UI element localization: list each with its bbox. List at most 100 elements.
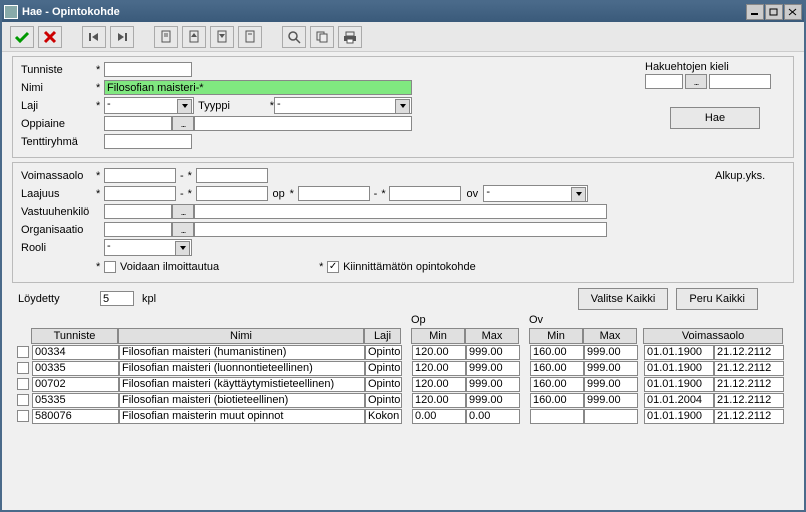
cell-opmin: 120.00 bbox=[412, 393, 466, 408]
cell-opmin: 120.00 bbox=[412, 361, 466, 376]
cell-opmax: 999.00 bbox=[466, 393, 520, 408]
doc-button-3[interactable] bbox=[210, 26, 234, 48]
table-row[interactable]: 00702Filosofian maisteri (käyttäytymisti… bbox=[16, 376, 790, 392]
nimi-input[interactable] bbox=[104, 80, 412, 95]
row-checkbox[interactable] bbox=[17, 410, 29, 422]
close-button[interactable] bbox=[784, 4, 802, 20]
cell-opmin: 120.00 bbox=[412, 345, 466, 360]
table-row[interactable]: 05335Filosofian maisteri (biotieteelline… bbox=[16, 392, 790, 408]
vastuu-label: Vastuuhenkilö bbox=[21, 206, 96, 218]
table-row[interactable]: 00335Filosofian maisteri (luonnontieteel… bbox=[16, 360, 790, 376]
cell-vfrom: 01.01.1900 bbox=[644, 377, 714, 392]
row-checkbox[interactable] bbox=[17, 346, 29, 358]
cell-tunniste: 00702 bbox=[32, 377, 119, 392]
vastuu-name-input[interactable] bbox=[194, 204, 607, 219]
doc-button-2[interactable] bbox=[182, 26, 206, 48]
tenttiryhma-input[interactable] bbox=[104, 134, 192, 149]
reject-button[interactable] bbox=[38, 26, 62, 48]
loydetty-label: Löydetty bbox=[18, 293, 100, 305]
cell-ovmin: 160.00 bbox=[530, 393, 584, 408]
row-checkbox[interactable] bbox=[17, 378, 29, 390]
app-icon bbox=[4, 5, 18, 19]
cell-ovmax: 999.00 bbox=[584, 393, 638, 408]
nimi-label: Nimi bbox=[21, 82, 96, 94]
rooli-select[interactable]: - bbox=[104, 239, 192, 256]
maximize-button[interactable] bbox=[765, 4, 783, 20]
alkup-label: Alkup.yks. bbox=[715, 170, 785, 182]
tenttiryhma-label: Tenttiryhmä bbox=[21, 136, 96, 148]
laajuus-to-input[interactable] bbox=[196, 186, 268, 201]
cell-vto: 21.12.2112 bbox=[714, 393, 784, 408]
nav-last-button[interactable] bbox=[110, 26, 134, 48]
cell-ovmax: 999.00 bbox=[584, 361, 638, 376]
oppiaine-code-input[interactable] bbox=[104, 116, 172, 131]
tyyppi-label: Tyyppi bbox=[194, 100, 234, 112]
toolbar bbox=[2, 22, 804, 52]
search-fieldset-1: Hakuehtojen kieli ... Hae Tunniste * Nim… bbox=[12, 56, 794, 158]
row-checkbox[interactable] bbox=[17, 362, 29, 374]
cell-tunniste: 05335 bbox=[32, 393, 119, 408]
voim-from-input[interactable] bbox=[104, 168, 176, 183]
cell-opmax: 999.00 bbox=[466, 377, 520, 392]
app-window: Hae - Opintokohde Hakuehtojen kieli bbox=[0, 0, 806, 512]
lang-name-input[interactable] bbox=[709, 74, 771, 89]
select-all-button[interactable]: Valitse Kaikki bbox=[578, 288, 669, 310]
cell-laji: Opinto bbox=[365, 377, 402, 392]
cell-opmax: 999.00 bbox=[466, 345, 520, 360]
row-checkbox[interactable] bbox=[17, 394, 29, 406]
results-grid: Op Ov Tunniste Nimi Laji Min Max Min Max… bbox=[12, 314, 794, 424]
op-to-input[interactable] bbox=[389, 186, 461, 201]
col-ov-max: Max bbox=[583, 328, 637, 344]
nav-first-button[interactable] bbox=[82, 26, 106, 48]
doc-button-4[interactable] bbox=[238, 26, 262, 48]
tunniste-label: Tunniste bbox=[21, 64, 96, 76]
copy-button[interactable] bbox=[310, 26, 334, 48]
print-button[interactable] bbox=[338, 26, 362, 48]
col-laji: Laji bbox=[364, 328, 401, 344]
org-code-input[interactable] bbox=[104, 222, 172, 237]
cell-tunniste: 00335 bbox=[32, 361, 119, 376]
oppiaine-lookup-button[interactable]: ... bbox=[172, 116, 194, 131]
hakuehto-group: Hakuehtojen kieli ... Hae bbox=[645, 61, 785, 129]
voidaan-checkbox[interactable] bbox=[104, 261, 116, 273]
cell-nimi: Filosofian maisteri (biotieteellinen) bbox=[119, 393, 365, 408]
vastuu-lookup-button[interactable]: ... bbox=[172, 204, 194, 219]
hakuehto-label: Hakuehtojen kieli bbox=[645, 61, 785, 73]
tyyppi-select[interactable]: - bbox=[274, 97, 412, 114]
laajuus-label: Laajuus bbox=[21, 188, 96, 200]
minimize-button[interactable] bbox=[746, 4, 764, 20]
hae-button[interactable]: Hae bbox=[670, 107, 760, 129]
loydetty-value bbox=[100, 291, 134, 306]
col-op-min: Min bbox=[411, 328, 465, 344]
laji-select[interactable]: - bbox=[104, 97, 194, 114]
rooli-label: Rooli bbox=[21, 242, 96, 254]
cell-opmin: 0.00 bbox=[412, 409, 466, 424]
table-row[interactable]: 00334Filosofian maisteri (humanistinen)O… bbox=[16, 344, 790, 360]
lang-code-input[interactable] bbox=[645, 74, 683, 89]
voim-to-input[interactable] bbox=[196, 168, 268, 183]
tunniste-input[interactable] bbox=[104, 62, 192, 77]
cell-ovmin: 160.00 bbox=[530, 345, 584, 360]
organisaatio-label: Organisaatio bbox=[21, 224, 96, 236]
lang-lookup-button[interactable]: ... bbox=[685, 74, 707, 89]
content-area: Hakuehtojen kieli ... Hae Tunniste * Nim… bbox=[2, 52, 804, 510]
cell-ovmax: 999.00 bbox=[584, 345, 638, 360]
doc-button-1[interactable] bbox=[154, 26, 178, 48]
accept-button[interactable] bbox=[10, 26, 34, 48]
col-tunniste: Tunniste bbox=[31, 328, 118, 344]
cell-tunniste: 00334 bbox=[32, 345, 119, 360]
table-row[interactable]: 580076Filosofian maisterin muut opinnotK… bbox=[16, 408, 790, 424]
oppiaine-name-input[interactable] bbox=[194, 116, 412, 131]
cell-ovmin: 160.00 bbox=[530, 377, 584, 392]
org-lookup-button[interactable]: ... bbox=[172, 222, 194, 237]
cell-laji: Opinto bbox=[365, 345, 402, 360]
ov-select[interactable]: - bbox=[483, 185, 588, 202]
op-from-input[interactable] bbox=[298, 186, 370, 201]
kiinn-checkbox[interactable] bbox=[327, 261, 339, 273]
laajuus-from-input[interactable] bbox=[104, 186, 176, 201]
col-nimi: Nimi bbox=[118, 328, 364, 344]
org-name-input[interactable] bbox=[194, 222, 607, 237]
search-button[interactable] bbox=[282, 26, 306, 48]
deselect-all-button[interactable]: Peru Kaikki bbox=[676, 288, 758, 310]
vastuu-code-input[interactable] bbox=[104, 204, 172, 219]
